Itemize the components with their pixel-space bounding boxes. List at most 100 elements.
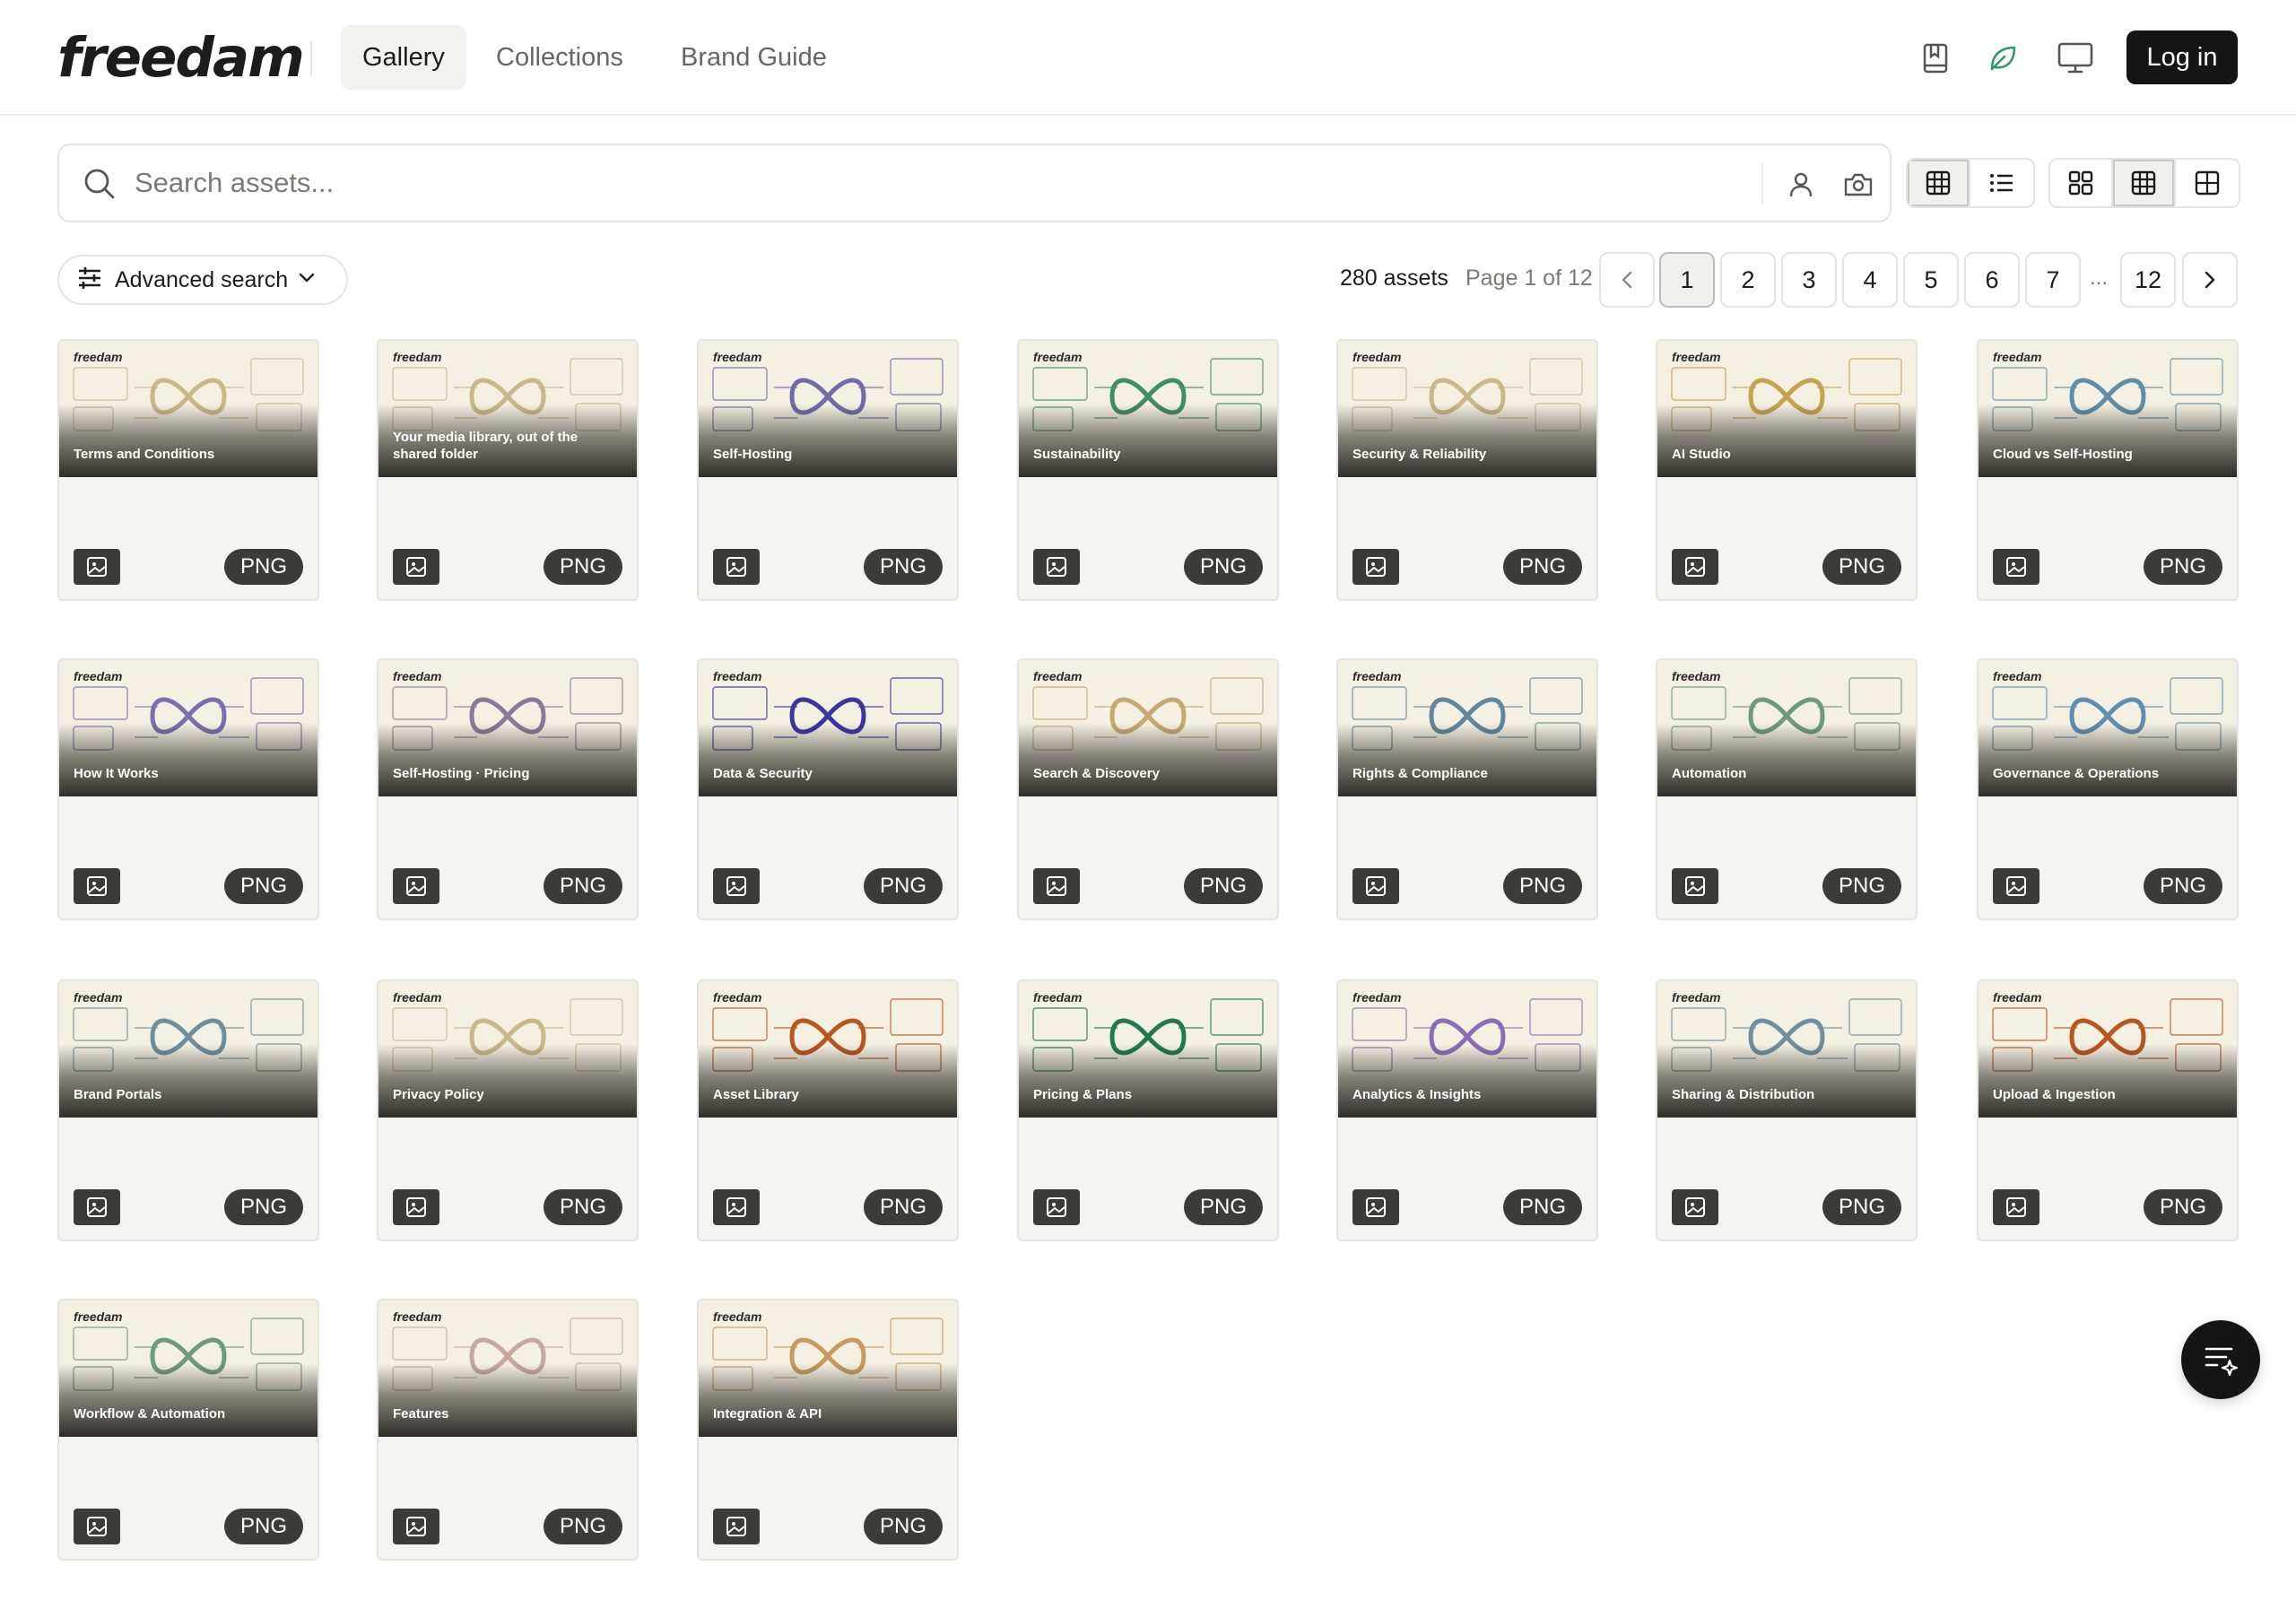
chevron-right-icon [2205, 271, 2215, 289]
leaf-icon[interactable] [1980, 36, 2025, 81]
asset-thumbnail[interactable]: freedam Self-Hosting · Pricing [378, 660, 637, 796]
asset-thumbnail[interactable]: freedam Data & Security [699, 660, 957, 796]
asset-thumbnail[interactable]: freedam Cloud vs Self-Hosting [1979, 341, 2237, 477]
asset-card[interactable]: freedam Pricing & Plans PNG [1017, 979, 1279, 1241]
asset-thumbnail[interactable]: freedam Features [378, 1300, 637, 1437]
page-button-2[interactable]: 2 [1720, 252, 1776, 308]
camera-search-icon[interactable] [1837, 163, 1880, 206]
thumbnail-brand: freedam [1352, 669, 1402, 683]
grid-medium-icon[interactable] [2113, 160, 2176, 206]
asset-card[interactable]: freedam AI Studio PNG [1656, 339, 1918, 601]
file-type-badge: PNG [1184, 1189, 1263, 1225]
asset-card[interactable]: freedam Search & Discovery PNG [1017, 658, 1279, 920]
filter-fab-button[interactable] [2181, 1320, 2260, 1399]
asset-card[interactable]: freedam Integration & API PNG [697, 1299, 959, 1561]
asset-card[interactable]: freedam Analytics & Insights PNG [1336, 979, 1598, 1241]
nav-gallery[interactable]: Gallery [341, 25, 466, 90]
thumbnail-brand: freedam [713, 990, 762, 1005]
asset-thumbnail[interactable]: freedam Privacy Policy [378, 981, 637, 1118]
asset-card[interactable]: freedam Self-Hosting · Pricing PNG [377, 658, 639, 920]
asset-thumbnail[interactable]: freedam Automation [1657, 660, 1916, 796]
asset-card[interactable]: freedam Security & Reliability PNG [1336, 339, 1598, 601]
asset-thumbnail[interactable]: freedam Terms and Conditions [59, 341, 317, 477]
file-type-badge: PNG [864, 1509, 943, 1544]
asset-title: Self-Hosting · Pricing [393, 766, 530, 781]
page-button-3[interactable]: 3 [1781, 252, 1837, 308]
asset-card[interactable]: freedam How It Works PNG [57, 658, 319, 920]
asset-title: Upload & Ingestion [1993, 1087, 2116, 1102]
asset-card[interactable]: freedam Governance & Operations PNG [1977, 658, 2239, 920]
asset-card[interactable]: freedam Cloud vs Self-Hosting PNG [1977, 339, 2239, 601]
page-button-6[interactable]: 6 [1964, 252, 2020, 308]
thumbnail-shade [59, 723, 317, 796]
asset-thumbnail[interactable]: freedam Sharing & Distribution [1657, 981, 1916, 1118]
asset-card[interactable]: freedam Rights & Compliance PNG [1336, 658, 1598, 920]
logo[interactable]: freedam [57, 27, 305, 90]
asset-thumbnail[interactable]: freedam Analytics & Insights [1338, 981, 1596, 1118]
image-icon [74, 1509, 120, 1544]
asset-thumbnail[interactable]: freedam Security & Reliability [1338, 341, 1596, 477]
logo-divider [310, 41, 312, 75]
asset-card[interactable]: freedam Upload & Ingestion PNG [1977, 979, 2239, 1241]
asset-card[interactable]: freedam Workflow & Automation PNG [57, 1299, 319, 1561]
file-type-badge: PNG [864, 1189, 943, 1225]
asset-card[interactable]: freedam Terms and Conditions PNG [57, 339, 319, 601]
person-search-icon[interactable] [1779, 163, 1822, 206]
file-type-badge: PNG [544, 549, 622, 585]
asset-card[interactable]: freedam Sustainability PNG [1017, 339, 1279, 601]
page-button-7[interactable]: 7 [2025, 252, 2081, 308]
grid-small-icon[interactable] [2050, 160, 2113, 206]
thumbnail-brand: freedam [393, 350, 442, 364]
nav-brand-guide[interactable]: Brand Guide [659, 25, 848, 90]
asset-thumbnail[interactable]: freedam Upload & Ingestion [1979, 981, 2237, 1118]
asset-thumbnail[interactable]: freedam AI Studio [1657, 341, 1916, 477]
grid-large-icon[interactable] [2176, 160, 2239, 206]
asset-title: Sharing & Distribution [1672, 1087, 1815, 1102]
page-button-12[interactable]: 12 [2120, 252, 2176, 308]
asset-thumbnail[interactable]: freedam Governance & Operations [1979, 660, 2237, 796]
nav-collections[interactable]: Collections [474, 25, 645, 90]
book-icon[interactable] [1913, 36, 1958, 81]
page-button-1[interactable]: 1 [1659, 252, 1715, 308]
asset-thumbnail[interactable]: freedam How It Works [59, 660, 317, 796]
thumbnail-shade [59, 1044, 317, 1118]
top-header: freedam Gallery Collections Brand Guide … [0, 0, 2296, 116]
asset-thumbnail[interactable]: freedam Search & Discovery [1019, 660, 1277, 796]
advanced-search-button[interactable]: Advanced search [57, 255, 348, 305]
asset-title: Brand Portals [74, 1087, 162, 1102]
asset-card[interactable]: freedam Your media library, out of the sh… [377, 339, 639, 601]
asset-thumbnail[interactable]: freedam Asset Library [699, 981, 957, 1118]
page-button-5[interactable]: 5 [1903, 252, 1959, 308]
page-button-4[interactable]: 4 [1842, 252, 1898, 308]
asset-thumbnail[interactable]: freedam Your media library, out of the sh… [378, 341, 637, 477]
asset-card[interactable]: freedam Data & Security PNG [697, 658, 959, 920]
monitor-icon[interactable] [2053, 36, 2098, 81]
asset-card[interactable]: freedam Features PNG [377, 1299, 639, 1561]
asset-card[interactable]: freedam Brand Portals PNG [57, 979, 319, 1241]
asset-thumbnail[interactable]: freedam Sustainability [1019, 341, 1277, 477]
table-grid-icon[interactable] [1908, 160, 1970, 206]
thumbnail-shade [378, 1044, 637, 1118]
asset-thumbnail[interactable]: freedam Integration & API [699, 1300, 957, 1437]
asset-card[interactable]: freedam Sharing & Distribution PNG [1656, 979, 1918, 1241]
file-type-badge: PNG [1822, 868, 1901, 904]
search-input[interactable] [135, 158, 1785, 208]
login-button[interactable]: Log in [2126, 30, 2238, 84]
asset-card[interactable]: freedam Privacy Policy PNG [377, 979, 639, 1241]
thumbnail-shade [1019, 404, 1277, 477]
asset-thumbnail[interactable]: freedam Brand Portals [59, 981, 317, 1118]
asset-card[interactable]: freedam Asset Library PNG [697, 979, 959, 1241]
asset-card[interactable]: freedam Self-Hosting PNG [697, 339, 959, 601]
asset-thumbnail[interactable]: freedam Self-Hosting [699, 341, 957, 477]
prev-page-button[interactable] [1599, 252, 1655, 308]
thumbnail-brand: freedam [713, 350, 762, 364]
image-icon [713, 1189, 760, 1225]
next-page-button[interactable] [2182, 252, 2238, 308]
list-icon[interactable] [1970, 160, 2033, 206]
asset-thumbnail[interactable]: freedam Workflow & Automation [59, 1300, 317, 1437]
asset-thumbnail[interactable]: freedam Pricing & Plans [1019, 981, 1277, 1118]
asset-thumbnail[interactable]: freedam Rights & Compliance [1338, 660, 1596, 796]
asset-card[interactable]: freedam Automation PNG [1656, 658, 1918, 920]
file-type-badge: PNG [1184, 868, 1263, 904]
asset-title: AI Studio [1672, 447, 1731, 462]
